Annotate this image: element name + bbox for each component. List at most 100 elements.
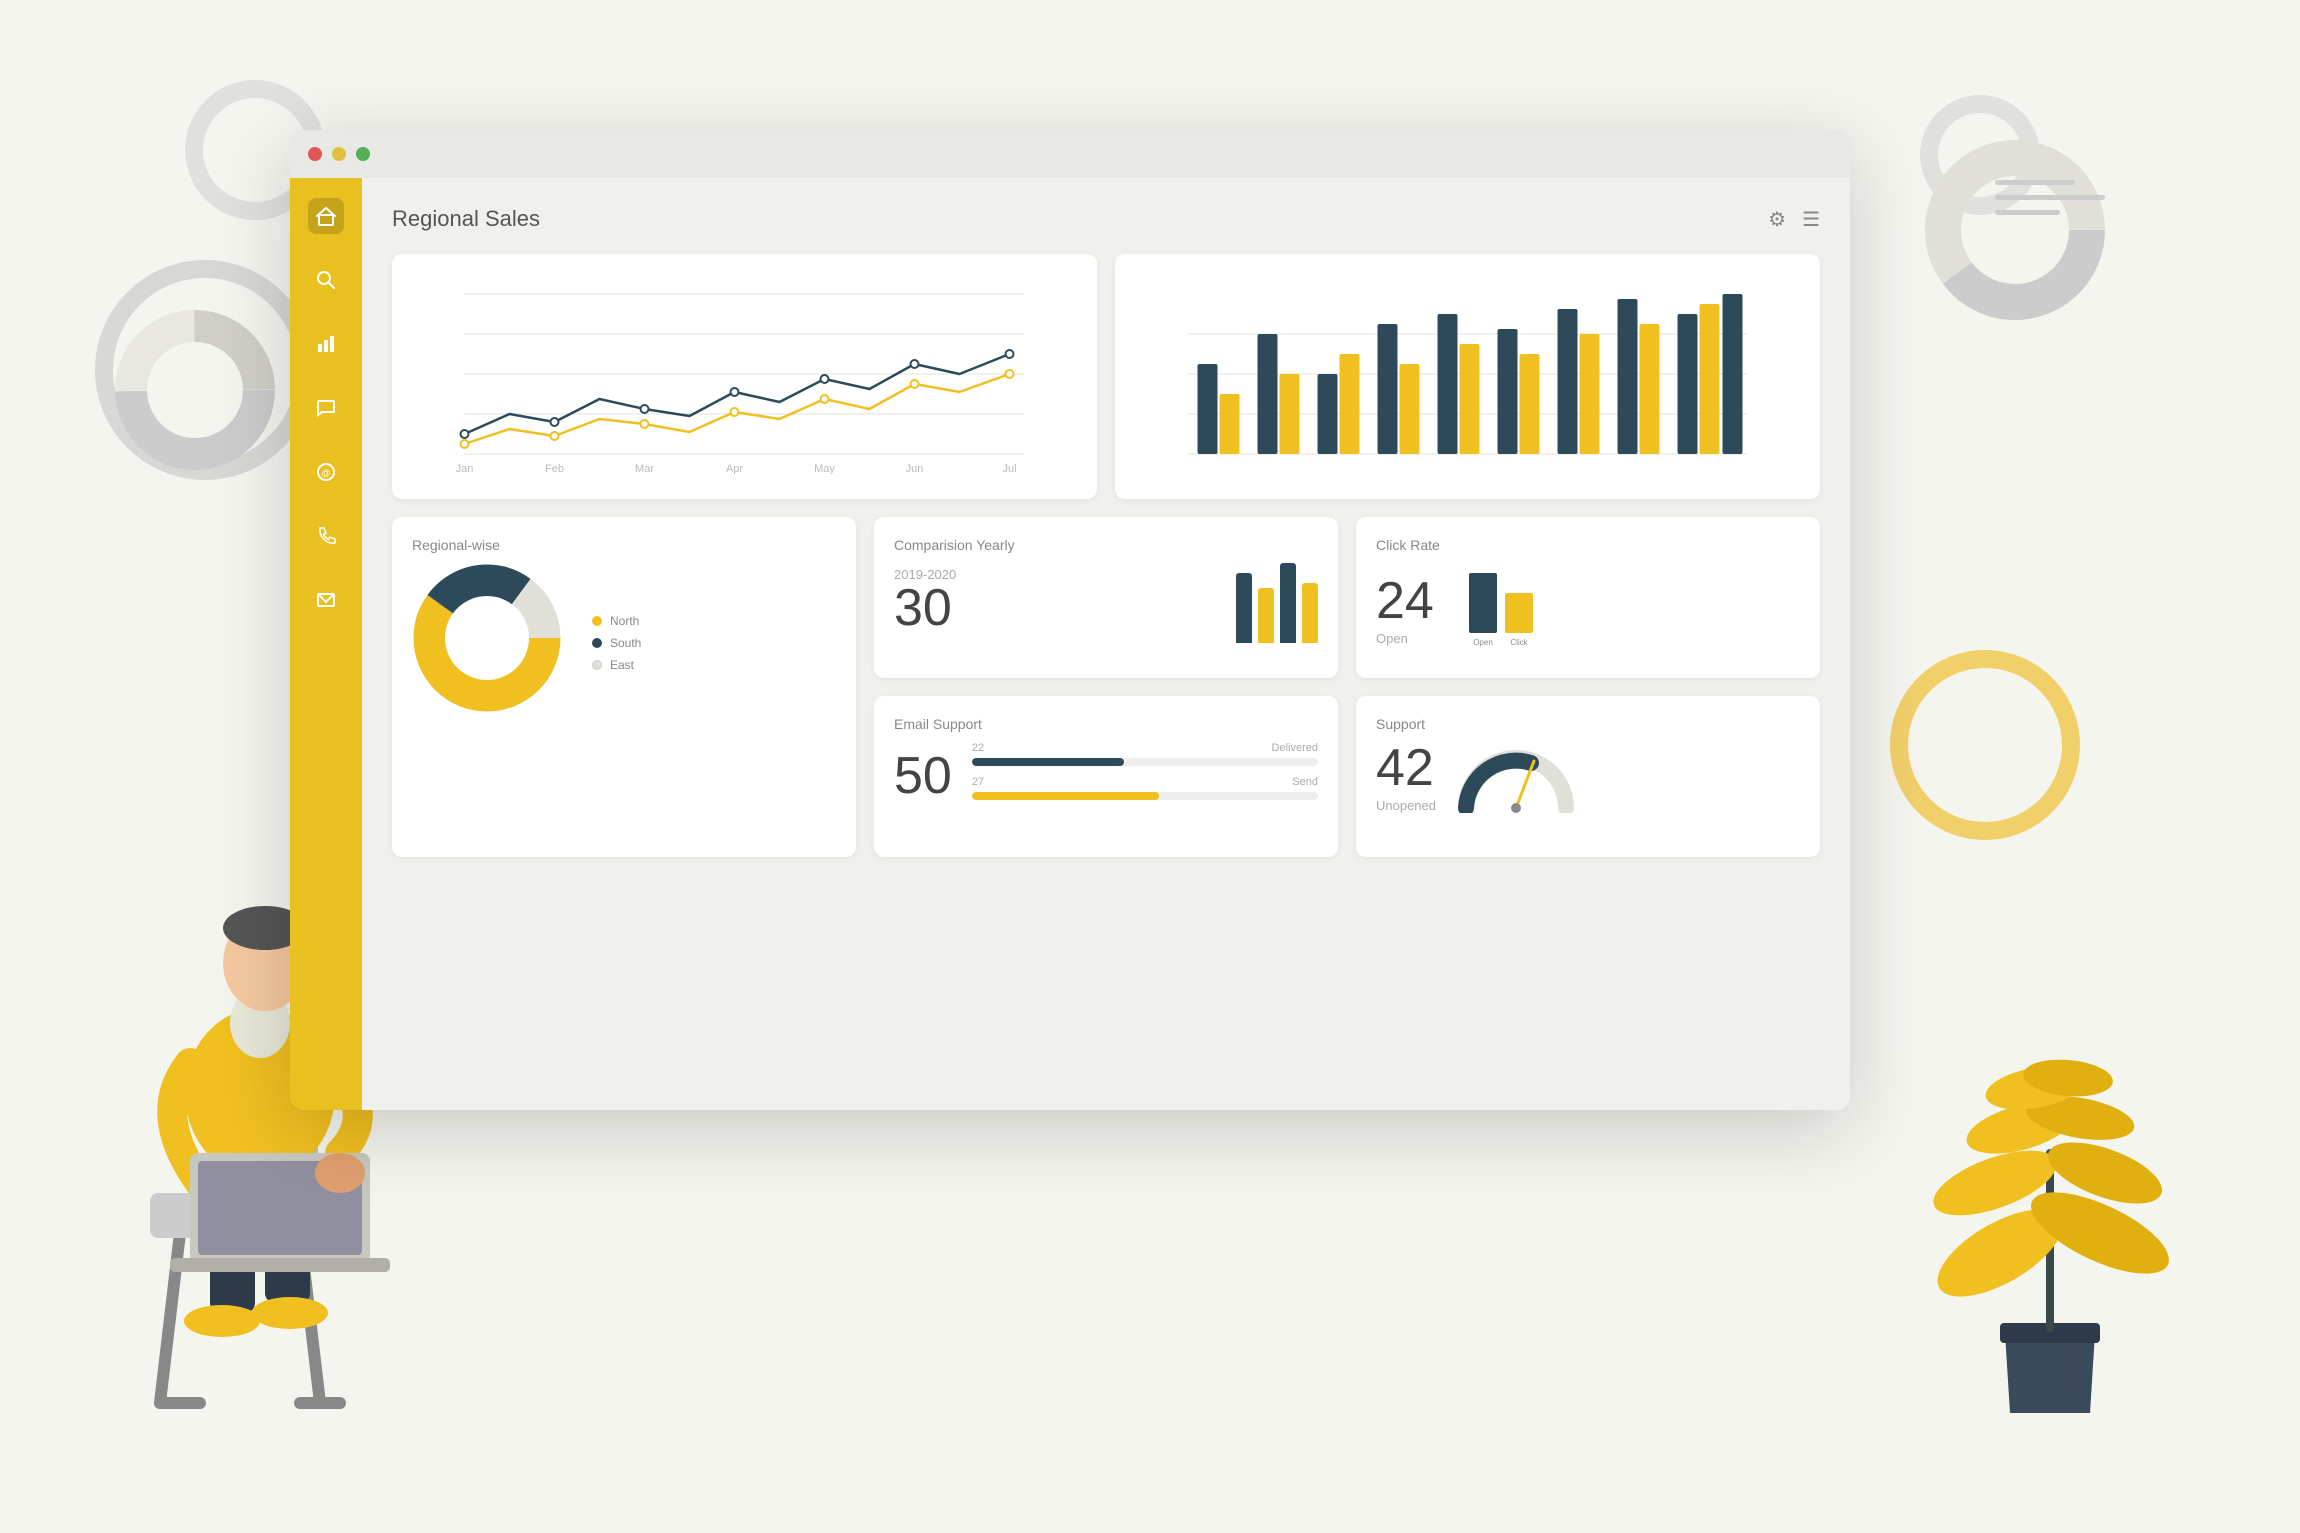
sidebar: @ <box>290 178 362 1110</box>
click-rate-content: 24 Open Open Click <box>1376 563 1800 658</box>
gear-decoration-left <box>95 260 315 480</box>
line-decorations-top-right <box>1995 180 2105 215</box>
donut-chart <box>412 563 572 723</box>
mini-bar-4 <box>1302 583 1318 643</box>
right-column: Click Rate 24 Open <box>1356 517 1820 857</box>
delivered-name: Delivered <box>1272 742 1318 754</box>
mini-bar-1 <box>1236 573 1252 643</box>
settings-icon[interactable]: ⚙ <box>1768 207 1786 232</box>
main-content: Regional Sales ⚙ ☰ <box>362 178 1850 1110</box>
support-label: Support <box>1376 716 1800 732</box>
send-bar-container: 27 Send <box>972 776 1318 800</box>
click-rate-number-area: 24 Open <box>1376 575 1434 646</box>
send-track <box>972 792 1318 800</box>
click-rate-svg: Open Click <box>1454 563 1564 653</box>
browser-content: @ Regional Sales ⚙ ☰ <box>290 178 1850 1110</box>
click-rate-chart-area: Open Click <box>1454 563 1564 658</box>
support-card: Support 42 Unopened <box>1356 696 1820 857</box>
svg-text:@: @ <box>321 468 330 478</box>
click-rate-value: 24 <box>1376 575 1434 627</box>
regional-label: Regional-wise <box>412 537 836 553</box>
middle-column: Comparision Yearly 2019-2020 30 <box>874 517 1338 857</box>
svg-text:Mar: Mar <box>635 463 654 474</box>
legend-item-east: East <box>592 658 641 672</box>
page-title: Regional Sales <box>392 206 540 232</box>
comparison-value: 30 <box>894 582 1216 634</box>
gauge-container <box>1456 743 1576 813</box>
maximize-dot[interactable] <box>356 147 370 161</box>
plant-illustration <box>1920 953 2180 1453</box>
svg-text:Click: Click <box>1510 638 1528 647</box>
email-support-bars: 22 Delivered 27 <box>972 742 1318 810</box>
sidebar-item-email[interactable]: @ <box>308 454 344 490</box>
close-dot[interactable] <box>308 147 322 161</box>
line-chart-card: Jan Feb Mar Apr May Jun Jul <box>392 254 1097 499</box>
line-chart-svg: Jan Feb Mar Apr May Jun Jul <box>412 274 1077 474</box>
click-rate-label: Click Rate <box>1376 537 1800 553</box>
svg-text:May: May <box>814 463 835 474</box>
svg-text:Open: Open <box>1473 638 1493 647</box>
svg-text:Jun: Jun <box>906 463 924 474</box>
header-actions: ⚙ ☰ <box>1768 207 1820 232</box>
delivered-bar-container: 22 Delivered <box>972 742 1318 766</box>
support-number-area: 42 Unopened <box>1376 742 1436 813</box>
comparison-label: Comparision Yearly <box>894 537 1318 553</box>
email-support-label: Email Support <box>894 716 1318 732</box>
email-support-content: 50 22 Delivered <box>894 742 1318 810</box>
sidebar-item-charts[interactable] <box>308 326 344 362</box>
support-sublabel: Unopened <box>1376 798 1436 813</box>
comparison-mini-bars <box>1236 563 1318 643</box>
browser-window: @ Regional Sales ⚙ ☰ <box>290 130 1850 1110</box>
sidebar-item-phone[interactable] <box>308 518 344 554</box>
svg-text:Feb: Feb <box>545 463 564 474</box>
legend-item-north: North <box>592 614 641 628</box>
delivered-track <box>972 758 1318 766</box>
sidebar-item-mail[interactable] <box>308 582 344 618</box>
mini-bar-3 <box>1280 563 1296 643</box>
mini-bar-2 <box>1258 588 1274 643</box>
bar-chart-card <box>1115 254 1820 499</box>
comparison-card: Comparision Yearly 2019-2020 30 <box>874 517 1338 678</box>
legend-text-north: North <box>610 614 639 628</box>
page-header: Regional Sales ⚙ ☰ <box>392 206 1820 232</box>
comparison-text: 2019-2020 30 <box>894 563 1216 634</box>
sidebar-item-search[interactable] <box>308 262 344 298</box>
send-fill <box>972 792 1159 800</box>
click-rate-card: Click Rate 24 Open <box>1356 517 1820 678</box>
legend-dot-south <box>592 638 602 648</box>
sidebar-item-home[interactable] <box>308 198 344 234</box>
svg-text:Apr: Apr <box>726 463 743 474</box>
delivered-fill <box>972 758 1124 766</box>
click-rate-sublabel: Open <box>1376 631 1434 646</box>
svg-text:Jan: Jan <box>456 463 474 474</box>
gear-decoration-top-right <box>1920 95 2040 215</box>
bottom-charts-row: Regional-wise <box>392 517 1820 857</box>
gear-decoration-right <box>1890 650 2080 840</box>
delivered-label: 22 <box>972 742 984 754</box>
support-value: 42 <box>1376 742 1436 794</box>
pie-decoration-right <box>1925 140 2105 320</box>
minimize-dot[interactable] <box>332 147 346 161</box>
legend-dot-east <box>592 660 602 670</box>
regional-wise-card: Regional-wise <box>392 517 856 857</box>
svg-text:Jul: Jul <box>1002 463 1016 474</box>
support-content: 42 Unopened <box>1376 742 1800 813</box>
legend-text-south: South <box>610 636 641 650</box>
top-charts-row: Jan Feb Mar Apr May Jun Jul <box>392 254 1820 499</box>
send-name: Send <box>1292 776 1318 788</box>
sidebar-item-chat[interactable] <box>308 390 344 426</box>
menu-icon[interactable]: ☰ <box>1802 207 1820 232</box>
pie-decoration-left <box>115 310 275 470</box>
send-label: 27 <box>972 776 984 788</box>
email-support-card: Email Support 50 22 Delivered <box>874 696 1338 857</box>
comparison-content: 2019-2020 30 <box>894 563 1318 643</box>
legend-item-south: South <box>592 636 641 650</box>
browser-titlebar <box>290 130 1850 178</box>
legend-dot-north <box>592 616 602 626</box>
donut-legend: North South East <box>592 614 641 672</box>
bar-chart-svg <box>1135 274 1800 474</box>
legend-text-east: East <box>610 658 634 672</box>
gauge-svg <box>1456 743 1576 813</box>
regional-content: North South East <box>412 563 836 723</box>
email-support-value: 50 <box>894 750 952 802</box>
